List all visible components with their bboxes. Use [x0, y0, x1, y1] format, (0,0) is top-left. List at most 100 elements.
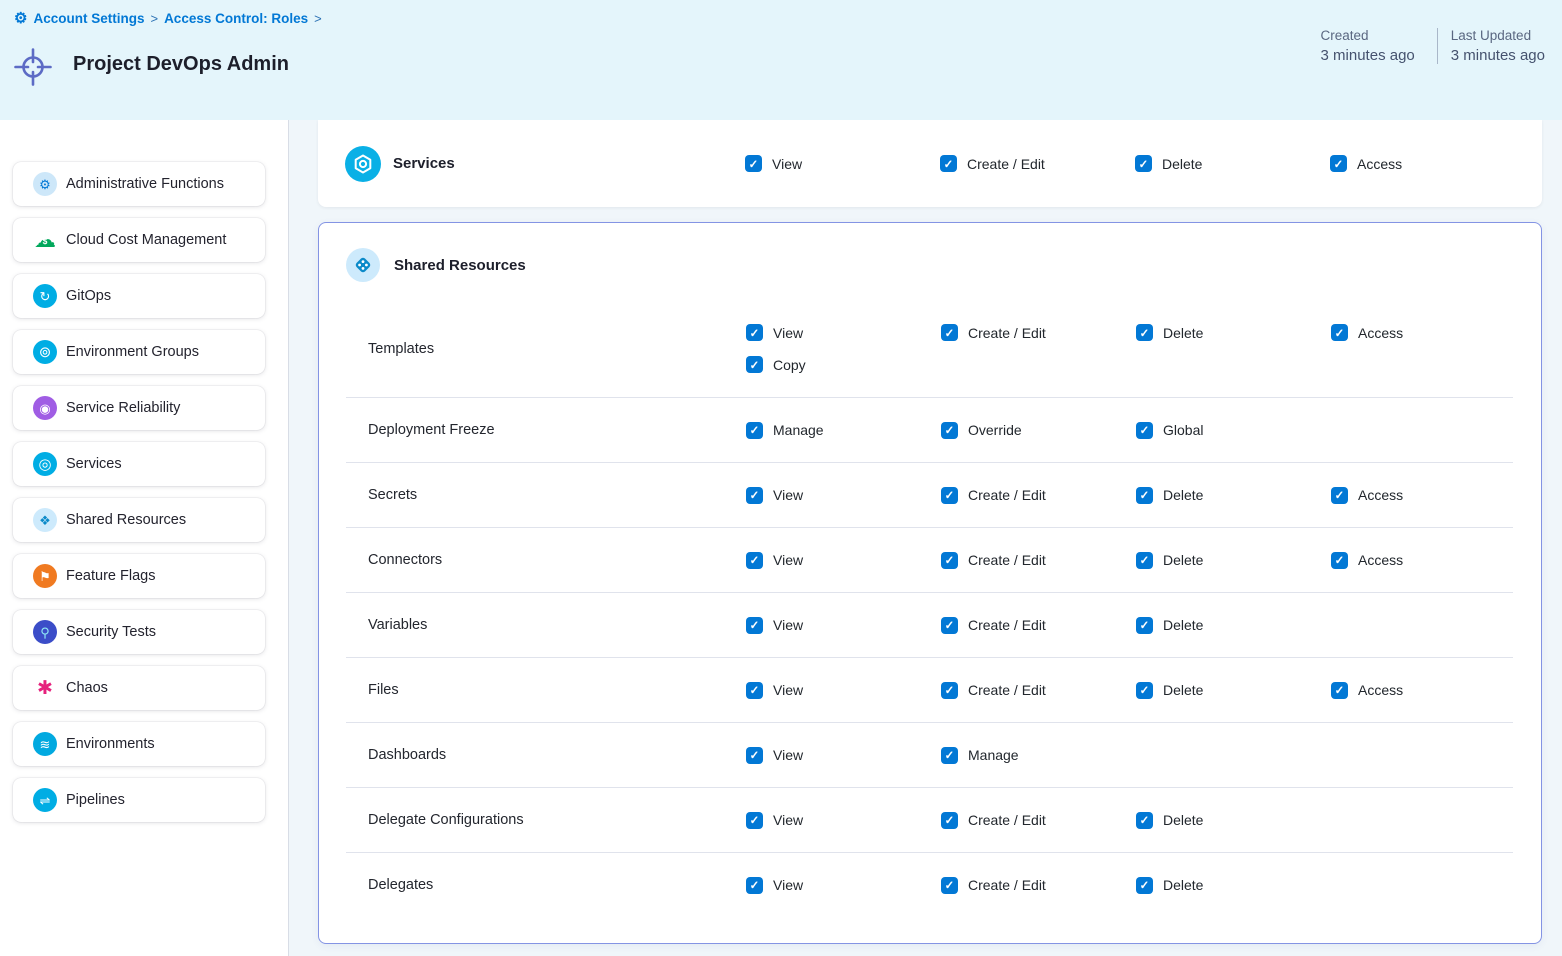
permission-label: Create / Edit: [968, 487, 1046, 503]
checkbox-create-edit[interactable]: ✓Create / Edit: [941, 877, 1136, 894]
permission-label: Create / Edit: [968, 877, 1046, 893]
main-content: Services ✓View ✓Create / Edit ✓Delete ✓A…: [289, 120, 1562, 956]
permission-label: Create / Edit: [968, 552, 1046, 568]
checkbox-create-edit[interactable]: ✓ Create / Edit: [941, 324, 1136, 341]
checkbox-override[interactable]: ✓Override: [941, 422, 1136, 439]
checkbox-create-edit[interactable]: ✓Create / Edit: [941, 682, 1136, 699]
checkbox-delete[interactable]: ✓ Delete: [1136, 682, 1331, 699]
sidebar-item-label: Feature Flags: [66, 568, 155, 584]
created-label: Created: [1321, 28, 1415, 43]
checkmark-icon: ✓: [941, 682, 958, 699]
resource-row-deployment-freeze: Deployment Freeze ✓Manage ✓Override ✓Glo…: [346, 397, 1513, 462]
checkbox-view[interactable]: ✓View: [746, 682, 941, 699]
checkmark-icon: ✓: [940, 155, 957, 172]
checkbox-manage[interactable]: ✓Manage: [746, 422, 941, 439]
feature-flags-icon: ⚑: [33, 564, 57, 588]
checkmark-icon: ✓: [1136, 422, 1153, 439]
permission-label: Access: [1357, 156, 1402, 172]
checkbox-access[interactable]: ✓Access: [1331, 324, 1513, 341]
checkmark-icon: ✓: [1136, 682, 1153, 699]
checkbox-view[interactable]: ✓View: [746, 487, 941, 504]
permission-label: View: [773, 682, 803, 698]
sidebar-item-environment-groups[interactable]: ⊚ Environment Groups: [13, 330, 265, 374]
service-reliability-icon: ◉: [33, 396, 57, 420]
checkbox-access[interactable]: ✓Access: [1330, 155, 1515, 172]
checkbox-create-edit[interactable]: ✓Create / Edit: [941, 552, 1136, 569]
checkbox-view[interactable]: ✓View: [746, 617, 941, 634]
checkmark-icon: ✓: [746, 617, 763, 634]
checkbox-view[interactable]: ✓View: [746, 747, 941, 764]
permission-label: Delete: [1163, 682, 1203, 698]
checkmark-icon: ✓: [1136, 324, 1153, 341]
checkbox-delete[interactable]: ✓Delete: [1136, 877, 1331, 894]
permission-label: View: [773, 877, 803, 893]
checkmark-icon: ✓: [1136, 617, 1153, 634]
checkbox-view[interactable]: ✓View: [746, 812, 941, 829]
sidebar-item-security-tests[interactable]: ⚲ Security Tests: [13, 610, 265, 654]
resource-row-label: Dashboards: [346, 747, 746, 763]
permission-label: Access: [1358, 682, 1403, 698]
checkbox-delete[interactable]: ✓Delete: [1136, 324, 1331, 341]
checkbox-view[interactable]: ✓View: [746, 552, 941, 569]
checkbox-access[interactable]: ✓Access: [1331, 487, 1513, 504]
breadcrumb-link-access-control-roles[interactable]: Access Control: Roles: [164, 11, 308, 26]
resource-row-dashboards: Dashboards ✓View ✓Manage: [346, 722, 1513, 787]
checkbox-manage[interactable]: ✓Manage: [941, 747, 1136, 764]
breadcrumb-separator: >: [150, 11, 158, 26]
permission-label: Delete: [1163, 552, 1203, 568]
resource-row-label: Secrets: [346, 487, 746, 503]
checkbox-access[interactable]: ✓Access: [1331, 552, 1513, 569]
sidebar-item-chaos[interactable]: ✱ Chaos: [13, 666, 265, 710]
checkbox-view[interactable]: ✓View: [746, 877, 941, 894]
checkbox-view[interactable]: ✓View: [745, 155, 940, 172]
checkbox-delete[interactable]: ✓Delete: [1135, 155, 1330, 172]
checkbox-create-edit[interactable]: ✓Create / Edit: [941, 617, 1136, 634]
sidebar-item-label: Environment Groups: [66, 344, 199, 360]
checkbox-create-edit[interactable]: ✓Create / Edit: [941, 812, 1136, 829]
checkmark-icon: ✓: [746, 324, 763, 341]
shared-resources-icon: [346, 248, 380, 282]
sidebar-item-services[interactable]: ◎ Services: [13, 442, 265, 486]
sidebar-item-feature-flags[interactable]: ⚑ Feature Flags: [13, 554, 265, 598]
resource-row-connectors: Connectors ✓View ✓Create / Edit ✓Delete …: [346, 527, 1513, 592]
checkmark-icon: ✓: [941, 422, 958, 439]
checkbox-create-edit[interactable]: ✓Create / Edit: [941, 487, 1136, 504]
resource-row-secrets: Secrets ✓View ✓Create / Edit ✓Delete ✓Ac…: [346, 462, 1513, 527]
resource-row-label: Delegates: [346, 877, 746, 893]
sidebar-item-cloud-cost-management[interactable]: ☁$ Cloud Cost Management: [13, 218, 265, 262]
sidebar-item-service-reliability[interactable]: ◉ Service Reliability: [13, 386, 265, 430]
checkbox-view[interactable]: ✓View: [746, 324, 941, 341]
checkbox-access[interactable]: ✓Access: [1331, 682, 1513, 699]
checkmark-icon: ✓: [1136, 552, 1153, 569]
checkmark-icon: ✓: [746, 747, 763, 764]
sidebar-item-environments[interactable]: ≋ Environments: [13, 722, 265, 766]
last-updated-value: 3 minutes ago: [1451, 47, 1545, 64]
breadcrumb-separator: >: [314, 11, 322, 26]
sidebar-item-gitops[interactable]: ↻ GitOps: [13, 274, 265, 318]
services-icon: [345, 146, 381, 182]
crosshair-target-icon: [13, 47, 53, 87]
sidebar-item-pipelines[interactable]: ⇌ Pipelines: [13, 778, 265, 822]
breadcrumb-link-account-settings[interactable]: Account Settings: [33, 11, 144, 26]
checkmark-icon: ✓: [941, 324, 958, 341]
permission-label: View: [773, 812, 803, 828]
sidebar-item-label: Environments: [66, 736, 155, 752]
sidebar-item-shared-resources[interactable]: ❖ Shared Resources: [13, 498, 265, 542]
services-card-header: Services: [345, 146, 745, 182]
checkbox-delete[interactable]: ✓Delete: [1136, 812, 1331, 829]
permission-label: View: [772, 156, 802, 172]
page-header: ⚙ Account Settings > Access Control: Rol…: [0, 0, 1562, 120]
checkbox-create-edit[interactable]: ✓Create / Edit: [940, 155, 1135, 172]
role-meta: Created 3 minutes ago Last Updated 3 min…: [1321, 28, 1545, 64]
checkbox-delete[interactable]: ✓ Delete: [1136, 552, 1331, 569]
sidebar-item-administrative-functions[interactable]: ⚙ Administrative Functions: [13, 162, 265, 206]
permission-label: Create / Edit: [968, 325, 1046, 341]
checkbox-delete[interactable]: ✓Delete: [1136, 487, 1331, 504]
checkbox-global[interactable]: ✓ Global: [1136, 422, 1331, 439]
last-updated-label: Last Updated: [1451, 28, 1545, 43]
checkbox-delete[interactable]: ✓Delete: [1136, 617, 1331, 634]
checkbox-copy[interactable]: ✓Copy: [746, 356, 941, 373]
checkmark-icon: ✓: [746, 552, 763, 569]
security-tests-icon: ⚲: [33, 620, 57, 644]
permission-label: Global: [1163, 422, 1203, 438]
